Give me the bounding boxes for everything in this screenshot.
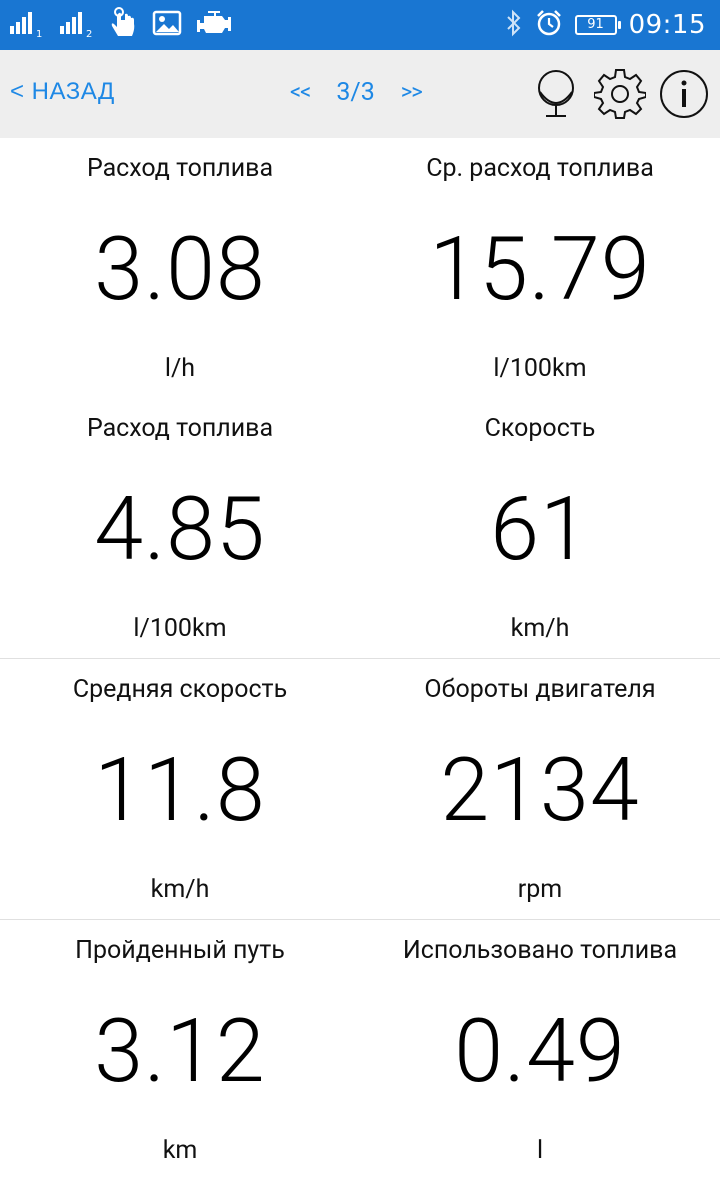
gauge-label: Использовано топлива bbox=[402, 936, 678, 965]
alarm-icon bbox=[535, 9, 563, 41]
clock-time: 09:15 bbox=[628, 10, 706, 40]
gauge-unit: rpm bbox=[517, 875, 563, 904]
gauge-value: 4.85 bbox=[94, 478, 266, 581]
gauge-unit: km/h bbox=[150, 875, 210, 904]
gauge-unit: l/100km bbox=[133, 614, 227, 643]
touch-hand-icon bbox=[108, 7, 138, 43]
gauge-label: Ср. расход топлива bbox=[426, 154, 654, 183]
gauge-label: Расход топлива bbox=[86, 414, 274, 443]
status-left-icons: 1 2 bbox=[8, 7, 232, 43]
gauge-label: Пройденный путь bbox=[75, 936, 285, 965]
globe-icon[interactable] bbox=[530, 68, 582, 120]
gauge-unit: l bbox=[536, 1136, 544, 1165]
sim1-label: 1 bbox=[36, 29, 42, 38]
gauge-value: 3.08 bbox=[94, 218, 266, 321]
gauge-value: 0.49 bbox=[454, 1000, 626, 1103]
gauge-label: Средняя скорость bbox=[72, 675, 288, 704]
gauge-speed[interactable]: Скорость 61 km/h bbox=[360, 398, 720, 658]
status-bar: 1 2 91 09:15 bbox=[0, 0, 720, 50]
gauge-fuel-consumption[interactable]: Расход топлива 4.85 l/100km bbox=[0, 398, 360, 658]
status-right-icons: 91 09:15 bbox=[505, 8, 706, 42]
next-page-button[interactable]: >> bbox=[401, 80, 423, 105]
gauge-fuel-rate[interactable]: Расход топлива 3.08 l/h bbox=[0, 138, 360, 398]
signal-sim2-icon: 2 bbox=[58, 8, 94, 42]
gauge-unit: l/100km bbox=[493, 354, 587, 383]
info-icon[interactable] bbox=[658, 68, 710, 120]
gauge-grid: Расход топлива 3.08 l/h Ср. расход топли… bbox=[0, 138, 720, 1180]
gauge-row: Расход топлива 3.08 l/h Ср. расход топли… bbox=[0, 138, 720, 398]
gauge-value: 61 bbox=[490, 478, 590, 581]
signal-sim1-icon: 1 bbox=[8, 8, 44, 42]
prev-page-button[interactable]: << bbox=[290, 80, 311, 105]
gear-icon[interactable] bbox=[594, 68, 646, 120]
gauge-avg-fuel-consumption[interactable]: Ср. расход топлива 15.79 l/100km bbox=[360, 138, 720, 398]
gauge-row: Расход топлива 4.85 l/100km Скорость 61 … bbox=[0, 398, 720, 658]
toolbar: < НАЗАД << 3/3 >> bbox=[0, 50, 720, 138]
gauge-value: 15.79 bbox=[429, 218, 651, 321]
image-icon bbox=[152, 9, 182, 41]
gauge-label: Обороты двигателя bbox=[424, 675, 656, 704]
gauge-label: Скорость bbox=[484, 414, 596, 443]
gauge-row: Средняя скорость 11.8 km/h Обороты двига… bbox=[0, 658, 720, 919]
battery-icon: 91 bbox=[574, 15, 621, 35]
toolbar-actions bbox=[530, 68, 710, 120]
bluetooth-icon bbox=[505, 9, 523, 41]
gauge-engine-rpm[interactable]: Обороты двигателя 2134 rpm bbox=[360, 659, 720, 919]
page-indicator: 3/3 bbox=[336, 78, 375, 107]
sim2-label: 2 bbox=[86, 29, 92, 38]
page-navigator: << 3/3 >> bbox=[290, 78, 423, 107]
gauge-label: Расход топлива bbox=[86, 154, 274, 183]
gauge-value: 3.12 bbox=[94, 1000, 266, 1103]
gauge-distance[interactable]: Пройденный путь 3.12 km bbox=[0, 920, 360, 1180]
gauge-fuel-used[interactable]: Использовано топлива 0.49 l bbox=[360, 920, 720, 1180]
gauge-row: Пройденный путь 3.12 km Использовано топ… bbox=[0, 919, 720, 1180]
gauge-avg-speed[interactable]: Средняя скорость 11.8 km/h bbox=[0, 659, 360, 919]
gauge-value: 2134 bbox=[440, 739, 640, 842]
gauge-unit: km/h bbox=[510, 614, 570, 643]
engine-icon bbox=[196, 9, 232, 41]
gauge-unit: l/h bbox=[164, 354, 196, 383]
battery-level: 91 bbox=[587, 17, 604, 32]
gauge-unit: km bbox=[162, 1136, 198, 1165]
back-button[interactable]: < НАЗАД bbox=[10, 78, 115, 106]
gauge-value: 11.8 bbox=[94, 739, 266, 842]
